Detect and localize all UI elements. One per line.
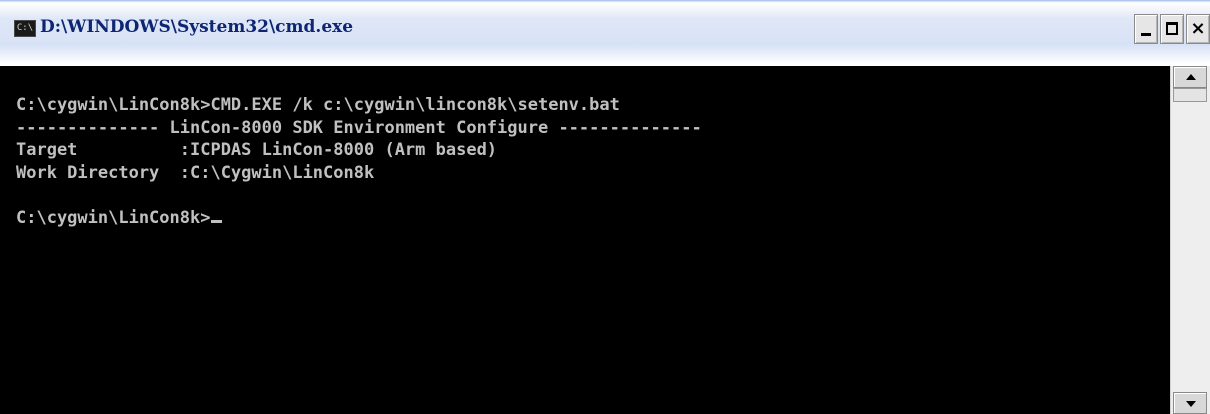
arrow-up-icon bbox=[1186, 74, 1196, 80]
arrow-down-icon bbox=[1186, 401, 1196, 407]
minimize-icon bbox=[1135, 15, 1157, 43]
maximize-icon bbox=[1161, 15, 1183, 43]
minimize-button[interactable] bbox=[1134, 14, 1158, 44]
maximize-button[interactable] bbox=[1160, 14, 1184, 44]
console-line: -------------- LinCon-8000 SDK Environme… bbox=[16, 117, 702, 138]
cmd-window: C:\ D:\WINDOWS\System32\cmd.exe × C:\cyg… bbox=[0, 0, 1210, 414]
close-icon: × bbox=[1190, 18, 1206, 39]
text-cursor bbox=[211, 219, 223, 223]
console-line: C:\cygwin\LinCon8k>CMD.EXE /k c:\cygwin\… bbox=[16, 95, 620, 115]
vertical-scrollbar[interactable] bbox=[1170, 66, 1210, 414]
console-line: Work Directory :C:\Cygwin\LinCon8k bbox=[16, 162, 375, 183]
console-prompt: C:\cygwin\LinCon8k> bbox=[16, 207, 211, 228]
console-output[interactable]: C:\cygwin\LinCon8k>CMD.EXE /k c:\cygwin\… bbox=[0, 66, 1170, 414]
scroll-up-button[interactable] bbox=[1173, 66, 1207, 88]
scroll-down-button[interactable] bbox=[1173, 392, 1207, 414]
scrollbar-thumb[interactable] bbox=[1173, 88, 1207, 102]
cmd-icon[interactable]: C:\ bbox=[14, 20, 36, 37]
console-line: Target :ICPDAS LinCon-8000 (Arm based) bbox=[16, 140, 498, 160]
title-bar[interactable]: C:\ D:\WINDOWS\System32\cmd.exe × bbox=[0, 0, 1210, 66]
window-controls: × bbox=[1134, 14, 1210, 44]
close-button[interactable]: × bbox=[1186, 14, 1210, 44]
window-title: D:\WINDOWS\System32\cmd.exe bbox=[40, 17, 354, 37]
console-prompt-line[interactable]: C:\cygwin\LinCon8k> bbox=[16, 207, 1170, 230]
